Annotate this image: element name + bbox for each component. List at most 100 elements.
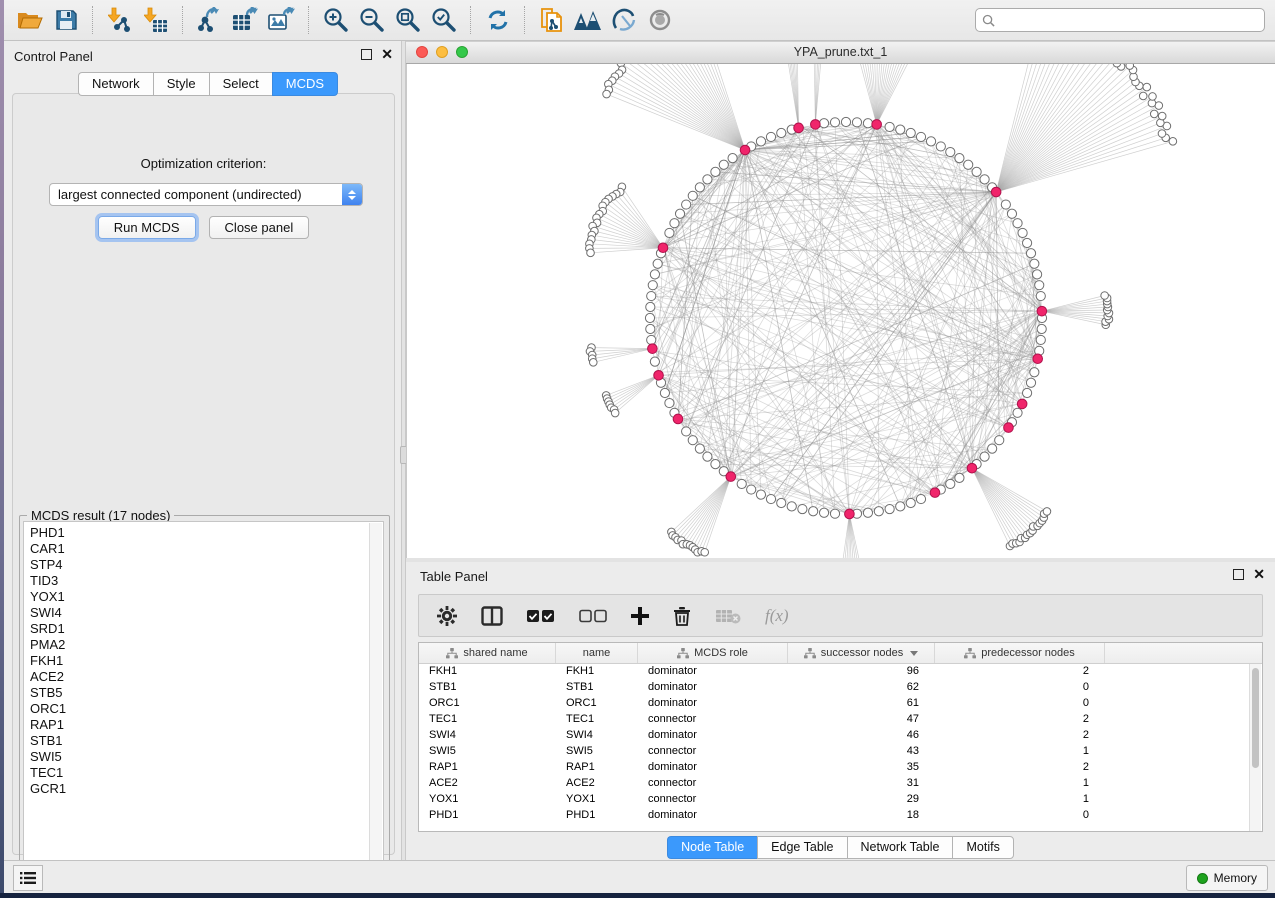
cell-MCDS-role[interactable]: dominator <box>638 664 788 680</box>
mcds-result-node[interactable]: STP4 <box>30 557 383 573</box>
mcds-result-node[interactable]: ACE2 <box>30 669 383 685</box>
tab-mcds[interactable]: MCDS <box>272 72 338 96</box>
mcds-result-node[interactable]: YOX1 <box>30 589 383 605</box>
network-overview-icon[interactable] <box>572 4 604 36</box>
open-file-icon[interactable] <box>14 4 46 36</box>
network-window-titlebar[interactable]: YPA_prune.txt_1 <box>406 41 1275 64</box>
cell-successor-nodes[interactable]: 62 <box>788 680 935 696</box>
mcds-result-node[interactable]: SWI5 <box>30 749 383 765</box>
tab-network[interactable]: Network <box>78 72 153 96</box>
table-scrollbar-thumb[interactable] <box>1252 668 1259 768</box>
mcds-result-node[interactable]: SWI4 <box>30 605 383 621</box>
network-node[interactable] <box>665 228 674 237</box>
cell-shared-name[interactable]: SWI5 <box>419 744 556 760</box>
network-node[interactable] <box>650 357 659 366</box>
network-node[interactable] <box>703 175 712 184</box>
mcds-hub-node[interactable] <box>1037 306 1047 316</box>
network-node[interactable] <box>665 398 674 407</box>
delete-column-trash-icon[interactable] <box>673 606 691 626</box>
network-node[interactable] <box>906 128 915 137</box>
cell-shared-name[interactable]: TEC1 <box>419 712 556 728</box>
leaf-node[interactable] <box>1149 93 1157 101</box>
network-node[interactable] <box>695 444 704 453</box>
network-node[interactable] <box>1022 388 1031 397</box>
mcds-result-node[interactable]: ORC1 <box>30 701 383 717</box>
network-node[interactable] <box>1013 408 1022 417</box>
mcds-result-node[interactable]: SRD1 <box>30 621 383 637</box>
mcds-hub-node[interactable] <box>991 187 1001 197</box>
add-column-icon[interactable] <box>631 607 649 625</box>
cell-name[interactable]: TEC1 <box>556 712 638 728</box>
cell-successor-nodes[interactable]: 61 <box>788 696 935 712</box>
network-node[interactable] <box>682 427 691 436</box>
network-node[interactable] <box>972 167 981 176</box>
cell-successor-nodes[interactable]: 18 <box>788 808 935 824</box>
network-node[interactable] <box>852 118 861 127</box>
leaf-node[interactable] <box>603 90 611 98</box>
cell-MCDS-role[interactable]: connector <box>638 712 788 728</box>
export-table-icon[interactable] <box>230 4 262 36</box>
network-node[interactable] <box>737 479 746 488</box>
cell-name[interactable]: ACE2 <box>556 776 638 792</box>
mcds-hub-node[interactable] <box>1017 399 1027 409</box>
cell-MCDS-role[interactable]: dominator <box>638 808 788 824</box>
delete-table-icon[interactable] <box>715 608 741 624</box>
network-node[interactable] <box>766 132 775 141</box>
network-node[interactable] <box>885 504 894 513</box>
run-mcds-button[interactable]: Run MCDS <box>98 216 196 239</box>
network-node[interactable] <box>1026 249 1035 258</box>
cell-shared-name[interactable]: ORC1 <box>419 696 556 712</box>
memory-button[interactable]: Memory <box>1186 865 1268 891</box>
leaf-node[interactable] <box>589 359 597 367</box>
leaf-node[interactable] <box>1043 508 1051 516</box>
mcds-hub-node[interactable] <box>654 371 664 381</box>
leaf-node[interactable] <box>1126 64 1134 69</box>
table-scrollbar[interactable] <box>1249 664 1261 831</box>
network-node[interactable] <box>787 502 796 511</box>
network-node[interactable] <box>1036 291 1045 300</box>
minimize-window-icon[interactable] <box>436 46 448 58</box>
cell-name[interactable]: STB1 <box>556 680 638 696</box>
leaf-node[interactable] <box>1158 112 1166 120</box>
maximize-window-icon[interactable] <box>456 46 468 58</box>
network-node[interactable] <box>988 444 997 453</box>
column-header-name[interactable]: name <box>556 643 638 663</box>
cell-predecessor-nodes[interactable]: 2 <box>935 728 1105 744</box>
task-history-button[interactable] <box>13 865 43 891</box>
network-node[interactable] <box>695 183 704 192</box>
leaf-node[interactable] <box>1150 110 1158 118</box>
cell-name[interactable]: FKH1 <box>556 664 638 680</box>
table-row[interactable]: PHD1PHD1dominator180 <box>419 808 1262 824</box>
zoom-selected-icon[interactable] <box>428 4 460 36</box>
cell-name[interactable]: PHD1 <box>556 808 638 824</box>
cell-predecessor-nodes[interactable]: 1 <box>935 744 1105 760</box>
table-row[interactable]: YOX1YOX1connector291 <box>419 792 1262 808</box>
cell-name[interactable]: SWI5 <box>556 744 638 760</box>
network-node[interactable] <box>660 388 669 397</box>
network-node[interactable] <box>646 302 655 311</box>
export-image-icon[interactable] <box>266 4 298 36</box>
network-canvas[interactable] <box>406 64 1275 558</box>
network-node[interactable] <box>1018 228 1027 237</box>
network-node[interactable] <box>645 313 654 322</box>
clone-network-icon[interactable] <box>536 4 568 36</box>
table-row[interactable]: STB1STB1dominator620 <box>419 680 1262 696</box>
export-network-icon[interactable] <box>194 4 226 36</box>
hide-graphics-details-icon[interactable] <box>608 4 640 36</box>
network-node[interactable] <box>1022 238 1031 247</box>
cell-successor-nodes[interactable]: 31 <box>788 776 935 792</box>
cell-MCDS-role[interactable]: dominator <box>638 680 788 696</box>
mcds-result-node[interactable]: GCR1 <box>30 781 383 797</box>
mcds-hub-node[interactable] <box>726 472 736 482</box>
save-session-icon[interactable] <box>50 4 82 36</box>
mcds-hub-node[interactable] <box>967 463 977 473</box>
cell-predecessor-nodes[interactable]: 2 <box>935 712 1105 728</box>
cell-successor-nodes[interactable]: 96 <box>788 664 935 680</box>
import-table-icon[interactable] <box>140 4 172 36</box>
network-node[interactable] <box>874 507 883 516</box>
network-node[interactable] <box>830 118 839 127</box>
network-node[interactable] <box>995 436 1004 445</box>
network-node[interactable] <box>830 509 839 518</box>
tab-node-table[interactable]: Node Table <box>667 836 757 859</box>
column-header-predecessor-nodes[interactable]: predecessor nodes <box>935 643 1105 663</box>
